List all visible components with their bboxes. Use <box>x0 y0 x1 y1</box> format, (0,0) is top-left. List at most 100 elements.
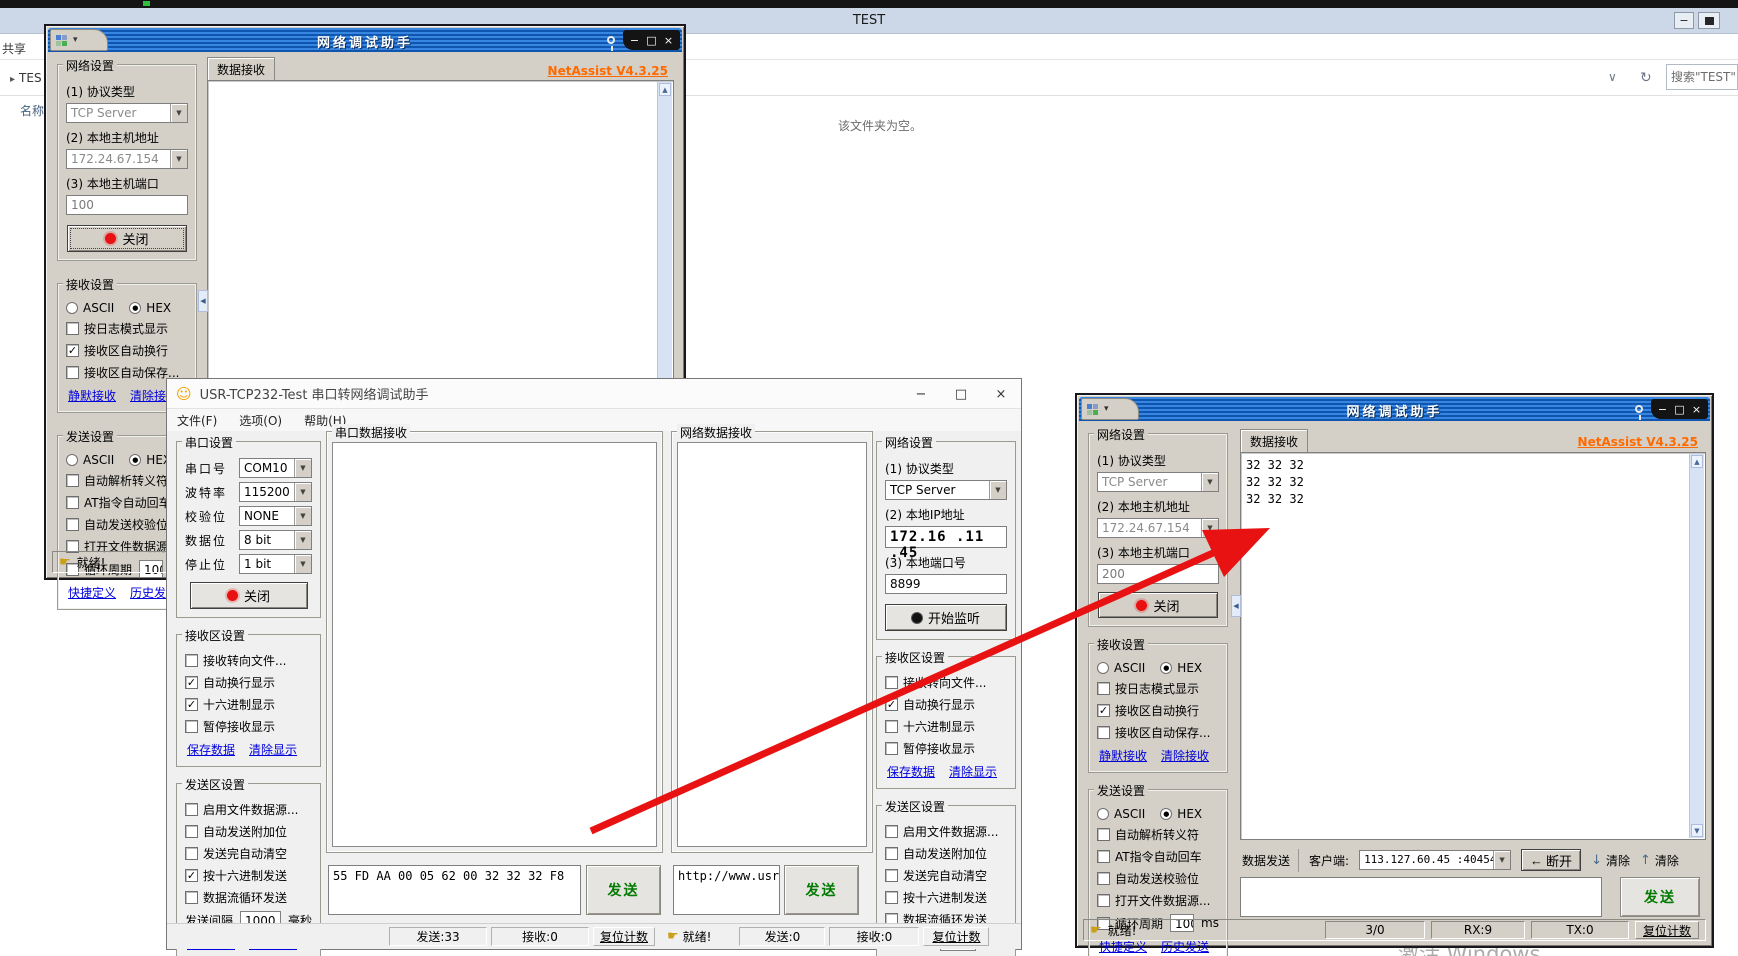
maximize-button[interactable]: □ <box>1671 403 1688 416</box>
close-button[interactable]: × <box>660 34 677 47</box>
minimize-button[interactable]: − <box>1654 403 1671 416</box>
send-tab[interactable]: 数据发送 <box>1240 849 1299 872</box>
radio-hex[interactable]: ● <box>129 454 141 466</box>
ribbon-tab-share[interactable]: 共享 <box>2 40 26 57</box>
checkbox-auto-wrap[interactable]: ✓接收区自动换行 <box>1097 702 1219 719</box>
protocol-type-select[interactable]: TCP Server ▼ <box>66 103 188 123</box>
local-port-input[interactable]: 8899 <box>885 574 1007 594</box>
shortcut-define-link[interactable]: 快捷定义 <box>68 584 116 601</box>
refresh-icon[interactable]: ↻ <box>1640 70 1652 86</box>
close-button[interactable]: × <box>981 379 1021 409</box>
serial-receive-box[interactable] <box>332 442 657 847</box>
com-port-select[interactable]: COM10▼ <box>239 458 312 478</box>
network-reset-count-button[interactable]: 复位计数 <box>923 927 989 946</box>
host-port-input[interactable]: 100 <box>66 195 188 215</box>
scrollbar[interactable]: ▲ ▼ <box>1689 454 1704 838</box>
checkbox-send-as-hex[interactable]: 按十六进制发送 <box>885 889 1007 906</box>
data-receive-box[interactable]: 32 32 32 32 32 32 32 32 32 ▲ ▼ <box>1240 452 1706 840</box>
pin-icon[interactable] <box>607 36 615 44</box>
clear-receive-link[interactable]: 清除接收 <box>1161 747 1209 764</box>
network-send-input[interactable]: http://www.usr.cn <box>673 865 780 915</box>
close-button[interactable]: × <box>1688 403 1705 416</box>
menu-options[interactable]: 选项(O) <box>239 412 282 429</box>
search-input[interactable]: 搜索"TEST" <box>1666 64 1738 90</box>
scroll-up-icon[interactable]: ▲ <box>1691 455 1703 468</box>
checkbox-pause-display[interactable]: 暂停接收显示 <box>185 718 312 735</box>
checkbox-recv-to-file[interactable]: 接收转向文件... <box>885 674 1007 691</box>
netassist-brand-link[interactable]: NetAssist V4.3.25 <box>548 64 668 78</box>
host-address-select[interactable]: 172.24.67.154 ▼ <box>1097 518 1219 538</box>
clear-display-link[interactable]: 清除显示 <box>949 763 997 780</box>
data-bits-select[interactable]: 8 bit▼ <box>239 530 312 550</box>
usr-titlebar[interactable]: ☺ USR-TCP232-Test 串口转网络调试助手 <box>167 379 1021 409</box>
checkbox-clear-after-send[interactable]: 发送完自动清空 <box>185 845 312 862</box>
send-data-input[interactable] <box>1240 877 1602 917</box>
checkbox-hex-display[interactable]: 十六进制显示 <box>885 718 1007 735</box>
netassist-right-titlebar[interactable]: ▾ 网络调试助手 − □ × <box>1079 397 1710 421</box>
netassist-left-titlebar[interactable]: ▾ 网络调试助手 − □ × <box>48 28 682 52</box>
protocol-type-select[interactable]: TCP Server ▼ <box>1097 472 1219 492</box>
checkbox-send-as-hex[interactable]: ✓按十六进制发送 <box>185 867 312 884</box>
checkbox-auto-checksum[interactable]: 自动发送校验位 <box>1097 870 1219 887</box>
explorer-minimize-button[interactable]: − <box>1674 12 1694 29</box>
radio-ascii[interactable] <box>66 302 78 314</box>
radio-ascii[interactable] <box>1097 808 1109 820</box>
checkbox-auto-save[interactable]: 接收区自动保存... <box>1097 724 1219 741</box>
pin-icon[interactable] <box>1635 405 1643 413</box>
silent-receive-link[interactable]: 静默接收 <box>1099 747 1147 764</box>
breadcrumb[interactable]: ▸TES <box>10 71 42 85</box>
minimize-button[interactable]: − <box>901 379 941 409</box>
address-dropdown-icon[interactable]: ∨ <box>1608 70 1617 84</box>
netassist-brand-link[interactable]: NetAssist V4.3.25 <box>1578 435 1698 449</box>
protocol-type-select[interactable]: TCP Server ▼ <box>885 480 1007 500</box>
minimize-button[interactable]: − <box>626 34 643 47</box>
radio-ascii[interactable] <box>66 454 78 466</box>
checkbox-auto-append[interactable]: 自动发送附加位 <box>885 845 1007 862</box>
serial-send-button[interactable]: 发送 <box>586 865 661 915</box>
collapse-panel-icon[interactable]: ◀ <box>198 290 208 312</box>
maximize-button[interactable]: □ <box>643 34 660 47</box>
checkbox-clear-after-send[interactable]: 发送完自动清空 <box>885 867 1007 884</box>
checkbox-file-source[interactable]: 打开文件数据源... <box>1097 892 1219 909</box>
local-ip-input[interactable]: 172.16 .11 .45 <box>885 526 1007 548</box>
explorer-maximize-button[interactable] <box>1698 12 1720 29</box>
serial-close-button[interactable]: 关闭 <box>190 582 308 609</box>
clear-receive-button[interactable]: ↓ 清除 <box>1591 852 1630 869</box>
checkbox-loop-send[interactable]: 数据流循环发送 <box>185 889 312 906</box>
menu-file[interactable]: 文件(F) <box>177 412 217 429</box>
breadcrumb-folder[interactable]: TES <box>19 71 42 85</box>
radio-hex[interactable]: ● <box>1160 662 1172 674</box>
maximize-button[interactable]: □ <box>941 379 981 409</box>
serial-reset-count-button[interactable]: 复位计数 <box>593 927 655 946</box>
close-connection-button[interactable]: 关闭 <box>67 225 187 252</box>
baud-rate-select[interactable]: 115200▼ <box>239 482 312 502</box>
send-button[interactable]: 发送 <box>1620 877 1700 917</box>
disconnect-button[interactable]: ← 断开 <box>1521 849 1581 871</box>
silent-receive-link[interactable]: 静默接收 <box>68 387 116 404</box>
scroll-down-icon[interactable]: ▼ <box>1691 824 1703 837</box>
column-header-name[interactable]: 名称 <box>20 102 44 119</box>
checkbox-log-mode[interactable]: 按日志模式显示 <box>1097 680 1219 697</box>
save-data-link[interactable]: 保存数据 <box>187 741 235 758</box>
clear-send-button[interactable]: ↑ 清除 <box>1640 852 1679 869</box>
checkbox-auto-wrap[interactable]: ✓自动换行显示 <box>885 696 1007 713</box>
checkbox-pause-display[interactable]: 暂停接收显示 <box>885 740 1007 757</box>
checkbox-auto-wrap[interactable]: ✓自动换行显示 <box>185 674 312 691</box>
receive-tab[interactable]: 数据接收 <box>1240 429 1308 453</box>
checkbox-hex-display[interactable]: ✓十六进制显示 <box>185 696 312 713</box>
host-port-input[interactable]: 200 <box>1097 564 1219 584</box>
checkbox-at-enter[interactable]: AT指令自动回车 <box>1097 848 1219 865</box>
clear-display-link[interactable]: 清除显示 <box>249 741 297 758</box>
parity-select[interactable]: NONE▼ <box>239 506 312 526</box>
checkbox-auto-wrap[interactable]: ✓接收区自动换行 <box>66 342 188 359</box>
checkbox-file-source[interactable]: 启用文件数据源... <box>885 823 1007 840</box>
client-select[interactable]: 113.127.60.45 :40454 ▼ <box>1359 850 1511 870</box>
stop-bits-select[interactable]: 1 bit▼ <box>239 554 312 574</box>
network-send-button[interactable]: 发送 <box>784 865 859 915</box>
close-connection-button[interactable]: 关闭 <box>1098 592 1218 618</box>
host-address-select[interactable]: 172.24.67.154 ▼ <box>66 149 188 169</box>
receive-tab[interactable]: 数据接收 <box>207 57 275 81</box>
collapse-panel-icon[interactable]: ◀ <box>1231 595 1241 617</box>
network-receive-box[interactable] <box>677 442 867 847</box>
checkbox-parse-escape[interactable]: 自动解析转义符 <box>1097 826 1219 843</box>
